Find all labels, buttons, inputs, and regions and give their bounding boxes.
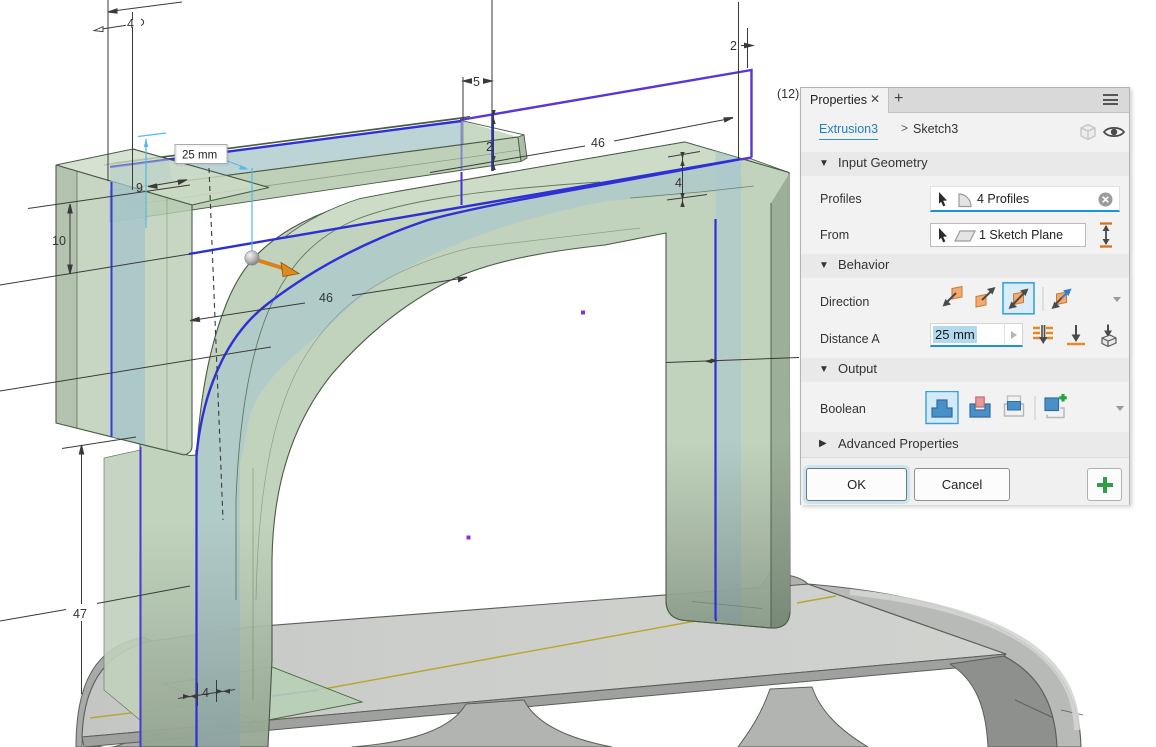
svg-text:(12): (12) xyxy=(777,87,799,101)
svg-text:47: 47 xyxy=(73,607,87,621)
svg-text:4: 4 xyxy=(675,176,682,190)
svg-text:10: 10 xyxy=(52,234,66,248)
svg-text:5: 5 xyxy=(473,75,480,89)
svg-text:2: 2 xyxy=(486,140,493,154)
svg-text:2: 2 xyxy=(730,39,737,53)
svg-text:4: 4 xyxy=(127,17,134,31)
svg-text:25 mm: 25 mm xyxy=(182,150,217,162)
svg-text:4: 4 xyxy=(202,686,209,700)
svg-text:46: 46 xyxy=(319,291,333,305)
svg-text:46: 46 xyxy=(591,136,605,150)
svg-text:9: 9 xyxy=(136,181,143,195)
